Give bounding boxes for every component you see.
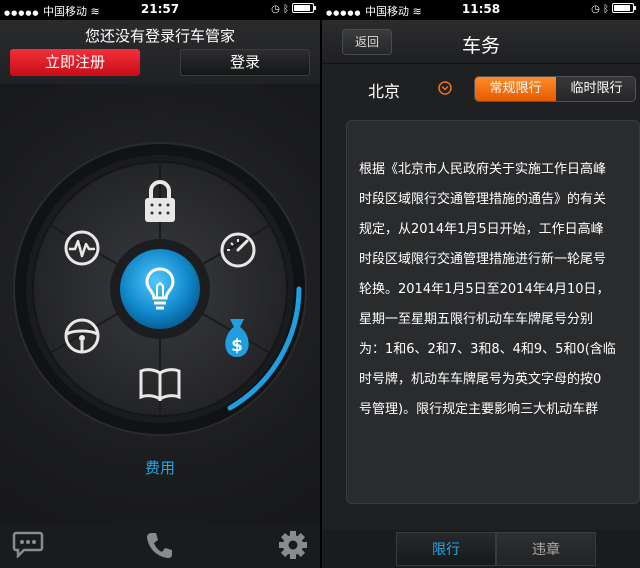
status-bar: ●●●●● 中国移动 ≋ 11:58 ◷ ᛒ [322, 0, 640, 20]
notice-panel[interactable]: 根据《北京市人民政府关于实施工作日高峰 时段区域限行交通管理措施的通告》的有关 … [346, 120, 640, 504]
left-screen: ●●●●● 中国移动 ≋ 21:57 ◷ ᛒ 您还没有登录行车管家 立即注册 登… [0, 0, 320, 568]
pulse-icon[interactable] [63, 229, 101, 267]
login-prompt: 您还没有登录行车管家 [84, 27, 235, 45]
chevron-down-icon[interactable] [438, 81, 452, 95]
tab-restriction[interactable]: 限行 [396, 532, 496, 566]
lock-icon[interactable] [142, 180, 178, 224]
status-icons: ◷ ᛒ [271, 3, 316, 15]
gauge-icon[interactable] [219, 231, 257, 269]
notice-text: 根据《北京市人民政府关于实施工作日高峰 时段区域限行交通管理措施的通告》的有关 … [359, 162, 616, 417]
tab-temporary-restriction[interactable]: 临时限行 [556, 77, 635, 101]
money-bag-icon[interactable]: $ [220, 315, 254, 359]
battery-icon [292, 3, 316, 13]
chat-icon[interactable] [12, 530, 44, 558]
lightbulb-icon[interactable] [145, 266, 175, 312]
alarm-icon: ◷ [591, 4, 600, 15]
svg-text:$: $ [231, 336, 243, 356]
steering-wheel-icon[interactable] [63, 317, 101, 355]
battery-icon [612, 3, 636, 13]
gear-icon[interactable] [278, 530, 308, 560]
page-title: 车务 [461, 35, 500, 57]
tab-regular-restriction[interactable]: 常规限行 [475, 77, 556, 101]
status-bar: ●●●●● 中国移动 ≋ 21:57 ◷ ᛒ [0, 0, 320, 20]
restriction-type-switch: 常规限行 临时限行 [474, 76, 636, 102]
bluetooth-icon: ᛒ [603, 4, 609, 15]
book-icon[interactable] [138, 367, 182, 401]
register-button[interactable]: 立即注册 [10, 49, 140, 76]
login-button[interactable]: 登录 [180, 49, 310, 76]
right-screen: ●●●●● 中国移动 ≋ 11:58 ◷ ᛒ 返回 车务 北京 常规限行 临时限… [322, 0, 640, 568]
alarm-icon: ◷ [271, 4, 280, 15]
bluetooth-icon: ᛒ [283, 4, 289, 15]
city-selector[interactable]: 北京 [368, 78, 400, 102]
phone-icon[interactable] [145, 530, 175, 560]
wheel-selected-label: 费用 [144, 459, 175, 477]
status-icons: ◷ ᛒ [591, 3, 636, 15]
tab-violation[interactable]: 违章 [496, 532, 596, 566]
